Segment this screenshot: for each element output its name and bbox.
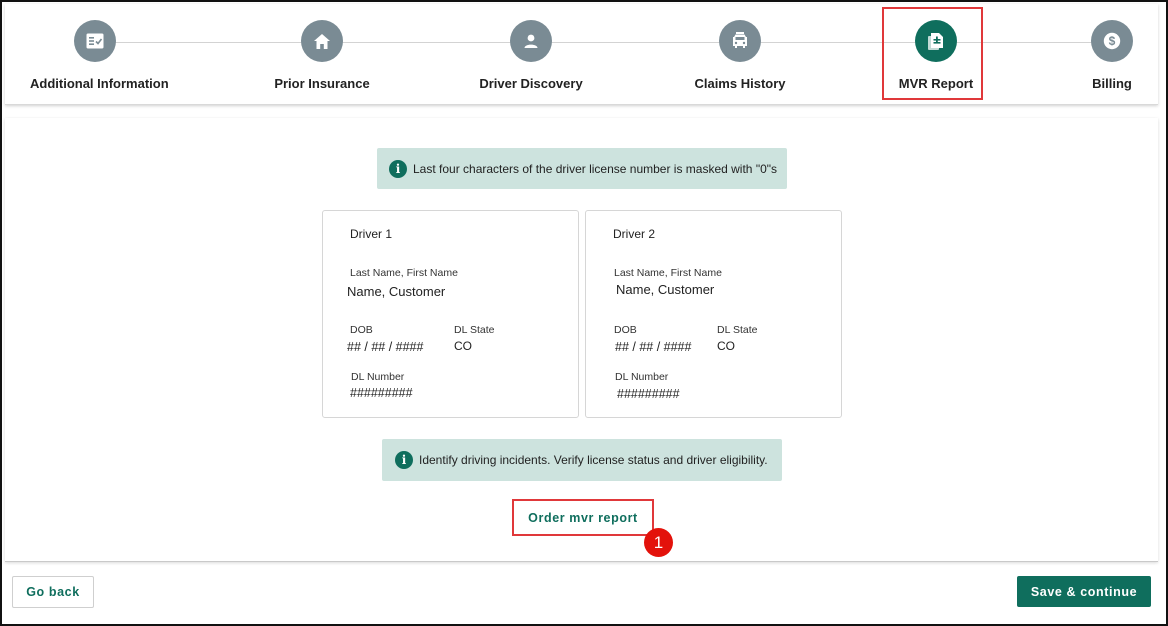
progress-stepper: Additional Information Prior Insurance D… <box>5 4 1158 105</box>
dl-state-value: CO <box>454 339 472 353</box>
name-label: Last Name, First Name <box>614 267 722 279</box>
step-driver-discovery[interactable]: Driver Discovery <box>471 20 591 91</box>
step-highlight-annotation <box>882 7 983 100</box>
car-icon <box>719 20 761 62</box>
dl-number-value: ######### <box>617 387 680 401</box>
dl-state-value: CO <box>717 339 735 353</box>
incidents-info-text: Identify driving incidents. Verify licen… <box>419 453 768 467</box>
step-claims-history[interactable]: Claims History <box>685 20 795 91</box>
go-back-button[interactable]: Go back <box>12 576 94 608</box>
step-label: Claims History <box>694 76 786 91</box>
dob-value: ## / ## / #### <box>615 340 692 354</box>
save-continue-button[interactable]: Save & continue <box>1017 576 1151 607</box>
driver-card-2: Driver 2 Last Name, First Name Name, Cus… <box>585 210 842 418</box>
mvr-report-panel: i Last four characters of the driver lic… <box>5 118 1158 562</box>
dl-state-label: DL State <box>454 324 495 336</box>
dob-label: DOB <box>614 324 637 336</box>
mask-info-banner: i Last four characters of the driver lic… <box>377 148 787 189</box>
dl-number-value: ######### <box>350 386 413 400</box>
step-label: Prior Insurance <box>274 76 370 91</box>
driver-title: Driver 2 <box>613 227 656 241</box>
dl-number-label: DL Number <box>615 371 669 383</box>
step-billing[interactable]: $ Billing <box>1082 20 1142 91</box>
checklist-icon <box>74 20 116 62</box>
step-additional-information[interactable]: Additional Information <box>30 20 169 91</box>
step-label: Billing <box>1092 76 1132 91</box>
dollar-icon: $ <box>1091 20 1133 62</box>
name-label: Last Name, First Name <box>350 267 458 279</box>
step-label: Additional Information <box>30 76 169 91</box>
home-icon <box>301 20 343 62</box>
dob-label: DOB <box>350 324 373 336</box>
incidents-info-banner: i Identify driving incidents. Verify lic… <box>382 439 782 481</box>
driver-card-1: Driver 1 Last Name, First Name Name, Cus… <box>322 210 579 418</box>
step-label: Driver Discovery <box>479 76 583 91</box>
mask-info-text: Last four characters of the driver licen… <box>413 161 778 176</box>
driver-name: Name, Customer <box>616 282 715 297</box>
info-icon: i <box>395 451 413 469</box>
callout-badge: 1 <box>644 528 673 557</box>
person-icon <box>510 20 552 62</box>
order-mvr-report-button[interactable]: Order mvr report <box>512 499 654 536</box>
driver-name: Name, Customer <box>347 284 446 299</box>
dl-number-label: DL Number <box>351 371 405 383</box>
dl-state-label: DL State <box>717 324 758 336</box>
info-icon: i <box>389 159 407 178</box>
step-prior-insurance[interactable]: Prior Insurance <box>267 20 377 91</box>
svg-text:$: $ <box>1109 34 1116 48</box>
driver-title: Driver 1 <box>350 227 393 241</box>
dob-value: ## / ## / #### <box>347 340 424 354</box>
